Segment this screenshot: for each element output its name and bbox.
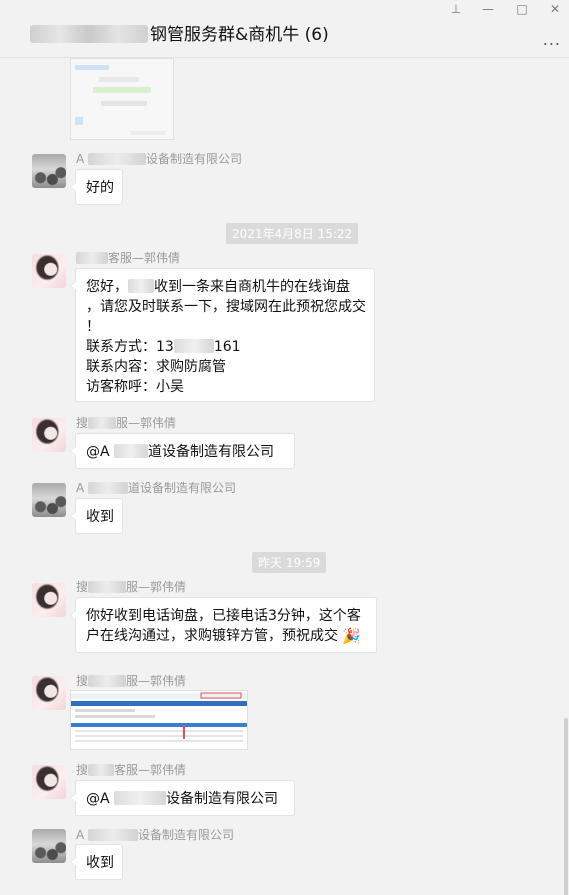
chat-history[interactable]: A 设备制造有限公司 好的 2021年4月8日 15:22 客服—郭伟倩 您好，…	[0, 58, 569, 895]
maximize-button[interactable]: □	[512, 2, 532, 16]
message-text-line: ，请您及时联系一下，搜域网在此预祝您成交	[86, 299, 366, 315]
timestamp: 昨天 19:59	[252, 552, 327, 573]
sender-name: 搜服—郭伟倩	[76, 416, 177, 430]
message-bubble[interactable]: 收到	[70, 844, 123, 880]
call-record-screenshot-image	[71, 691, 247, 749]
party-popper-icon: 🎉	[342, 627, 361, 645]
redacted-group-name	[30, 25, 148, 43]
message-text: 好的	[86, 180, 114, 196]
more-options-button[interactable]: ...	[543, 30, 561, 49]
image-message-screenshot[interactable]	[70, 58, 174, 140]
avatar[interactable]	[32, 676, 66, 710]
sender-name: A 道设备制造有限公司	[76, 481, 237, 495]
sender-name: A 设备制造有限公司	[76, 828, 235, 842]
sender-name: 搜服—郭伟倩	[76, 674, 187, 688]
timestamp: 2021年4月8日 15:22	[226, 223, 359, 244]
message-text: @A 设备制造有限公司	[86, 791, 279, 807]
avatar[interactable]	[32, 483, 66, 517]
message-bubble[interactable]: 好的	[70, 169, 123, 205]
sender-name: 客服—郭伟倩	[76, 249, 180, 266]
message-bubble[interactable]: @A 设备制造有限公司	[70, 780, 295, 816]
chat-screenshot-image	[71, 59, 173, 139]
sender-name: 搜客服—郭伟倩	[76, 763, 187, 777]
image-message-screenshot[interactable]	[70, 690, 248, 750]
message-text: 收到	[86, 509, 114, 525]
message-bubble[interactable]: 你好收到电话询盘，已接电话3分钟，这个客 户在线沟通过，求购镀锌方管，预祝成交 🎉	[70, 597, 377, 653]
contact-phone: 联系方式：13 161	[86, 339, 241, 355]
avatar[interactable]	[32, 765, 66, 799]
avatar[interactable]	[32, 254, 66, 288]
message-bubble[interactable]: 收到	[70, 498, 123, 534]
contact-content: 联系内容：求购防腐管	[86, 359, 226, 375]
close-button[interactable]: ✕	[545, 2, 565, 16]
message-text-line: 您好， 收到一条来自商机牛的在线询盘	[86, 279, 350, 295]
chat-scrollbar[interactable]	[564, 718, 568, 895]
title-bar: 钢管服务群&商机牛 (6) ⊥ — □ ✕ ...	[0, 0, 569, 58]
message-text-line: 户在线沟通过，求购镀锌方管，预祝成交 🎉	[86, 627, 361, 645]
message-bubble[interactable]: 您好， 收到一条来自商机牛的在线询盘 ，请您及时联系一下，搜域网在此预祝您成交 ！…	[70, 268, 375, 402]
sender-name: 搜服—郭伟倩	[76, 580, 187, 594]
message-text: 收到	[86, 855, 114, 871]
message-bubble[interactable]: @A 道设备制造有限公司	[70, 433, 295, 469]
pin-icon[interactable]: ⊥	[446, 2, 466, 16]
message-text-line: ！	[86, 319, 100, 335]
minimize-button[interactable]: —	[478, 2, 498, 16]
avatar[interactable]	[32, 583, 66, 617]
chat-title: 钢管服务群&商机牛 (6)	[30, 20, 329, 45]
avatar[interactable]	[32, 154, 66, 188]
sender-name: A 设备制造有限公司	[76, 152, 243, 166]
message-text-line: 你好收到电话询盘，已接电话3分钟，这个客	[86, 608, 361, 624]
visitor-name: 访客称呼：小吴	[86, 379, 184, 395]
avatar[interactable]	[32, 829, 66, 863]
avatar[interactable]	[32, 418, 66, 452]
message-text: @A 道设备制造有限公司	[86, 444, 275, 460]
